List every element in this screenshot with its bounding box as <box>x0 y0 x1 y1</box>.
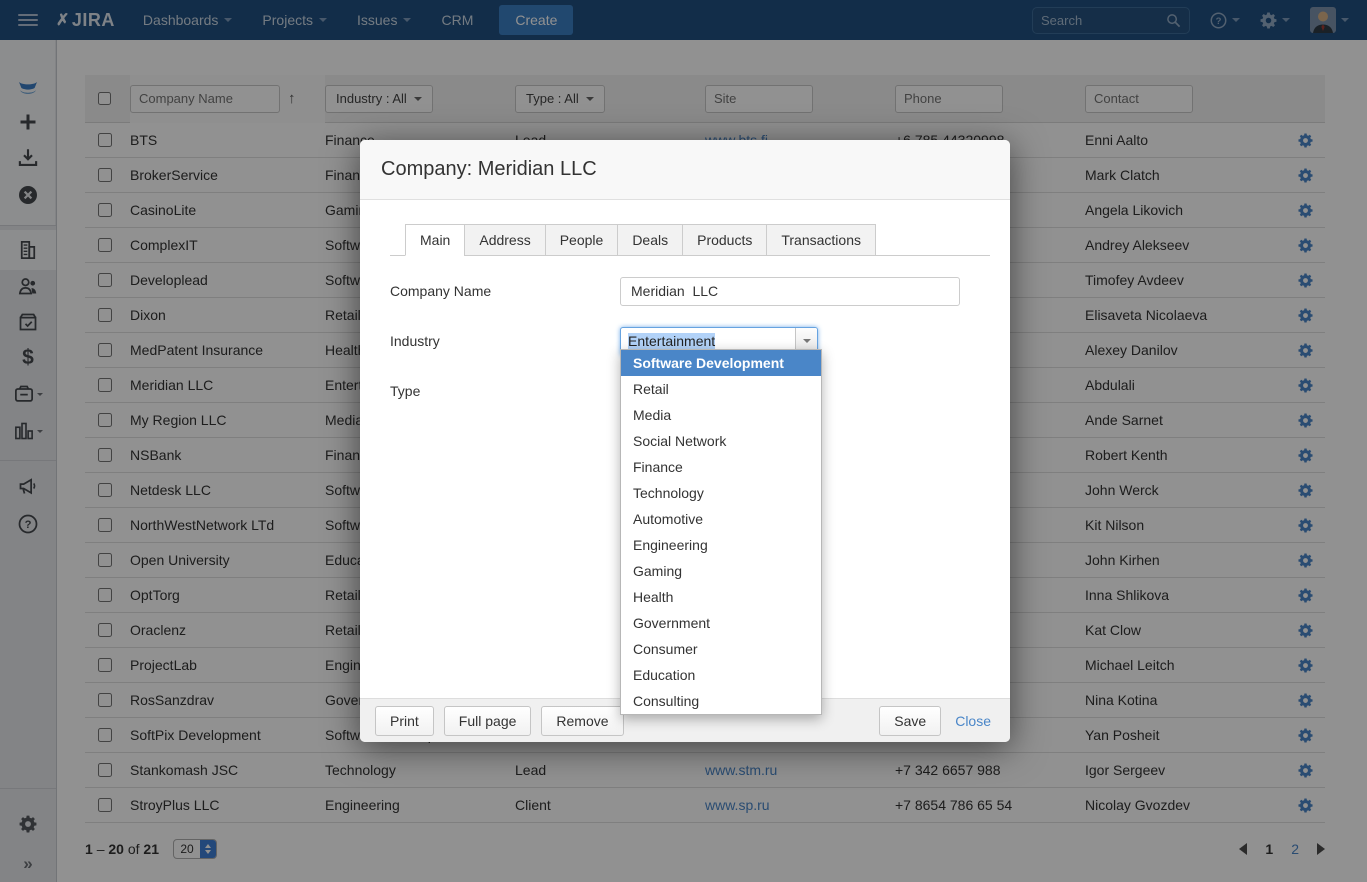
dropdown-option[interactable]: Automotive <box>621 506 821 532</box>
dropdown-option[interactable]: Social Network <box>621 428 821 454</box>
dropdown-option[interactable]: Consumer <box>621 636 821 662</box>
company-dialog: Company: Meridian LLC MainAddressPeopleD… <box>360 140 1010 742</box>
tab-address[interactable]: Address <box>464 224 545 256</box>
tab-people[interactable]: People <box>545 224 619 256</box>
company-name-label: Company Name <box>390 283 620 299</box>
tab-deals[interactable]: Deals <box>617 224 683 256</box>
chevron-down-icon <box>803 339 811 343</box>
tab-products[interactable]: Products <box>682 224 767 256</box>
company-name-input[interactable] <box>620 277 960 306</box>
dialog-tabs: MainAddressPeopleDealsProductsTransactio… <box>390 224 990 256</box>
close-button[interactable]: Close <box>951 713 995 729</box>
dropdown-option[interactable]: Finance <box>621 454 821 480</box>
tab-main[interactable]: Main <box>405 224 465 256</box>
dropdown-option[interactable]: Software Development <box>621 350 821 376</box>
dropdown-option[interactable]: Media <box>621 402 821 428</box>
dropdown-option[interactable]: Education <box>621 662 821 688</box>
dropdown-option[interactable]: Gaming <box>621 558 821 584</box>
tab-transactions[interactable]: Transactions <box>766 224 876 256</box>
save-button[interactable]: Save <box>879 706 941 736</box>
print-button[interactable]: Print <box>375 706 434 736</box>
application-window: ✗JIRA DashboardsProjectsIssuesCRM Create <box>0 0 1367 882</box>
dropdown-option[interactable]: Health <box>621 584 821 610</box>
dropdown-option[interactable]: Technology <box>621 480 821 506</box>
dropdown-option[interactable]: Consulting <box>621 688 821 714</box>
type-label: Type <box>390 383 620 399</box>
industry-selected-value: Entertainment <box>628 333 715 349</box>
dropdown-option[interactable]: Government <box>621 610 821 636</box>
remove-button[interactable]: Remove <box>541 706 623 736</box>
dialog-header: Company: Meridian LLC <box>360 140 1010 200</box>
dropdown-option[interactable]: Engineering <box>621 532 821 558</box>
full-page-button[interactable]: Full page <box>444 706 532 736</box>
industry-label: Industry <box>390 333 620 349</box>
industry-dropdown-list: Software DevelopmentRetailMediaSocial Ne… <box>620 349 822 715</box>
dialog-title: Company: Meridian LLC <box>381 158 597 181</box>
dropdown-option[interactable]: Retail <box>621 376 821 402</box>
